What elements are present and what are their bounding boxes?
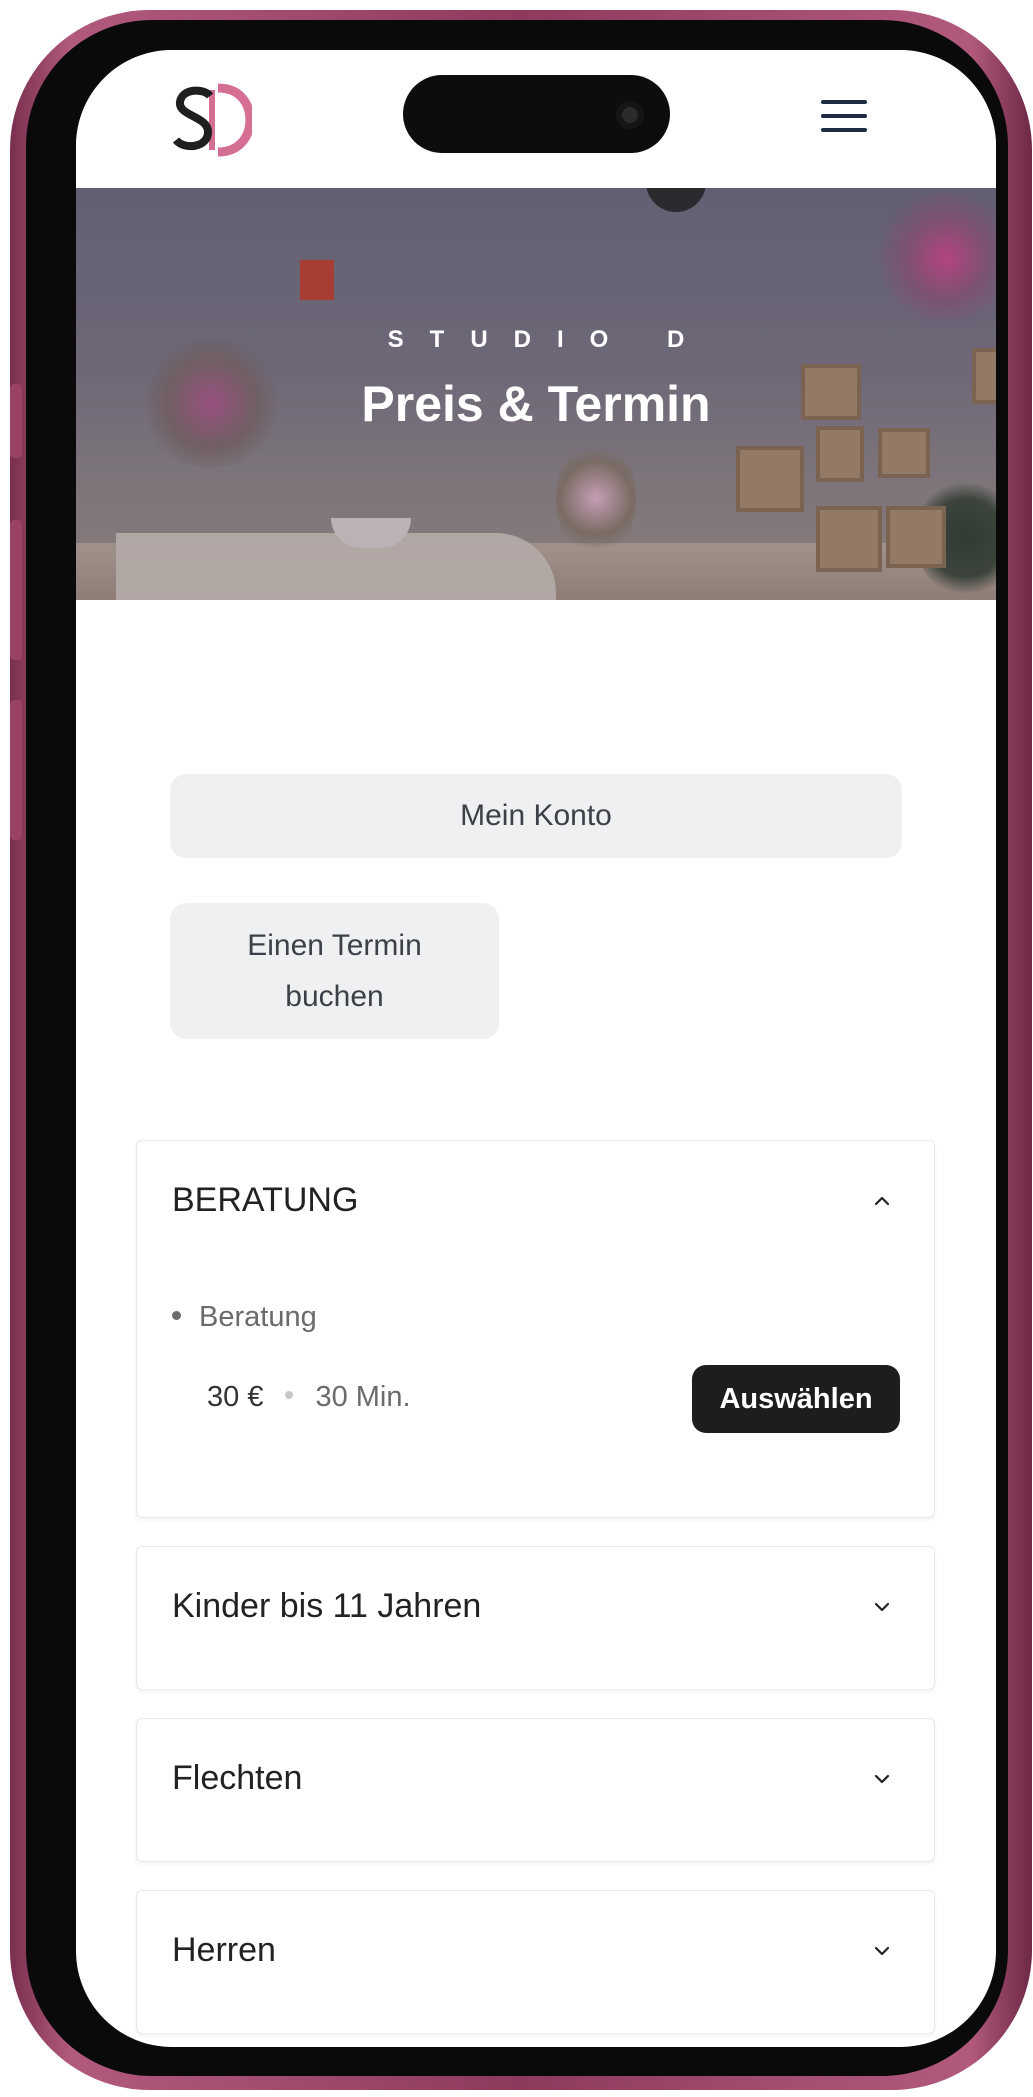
service-duration: 30 Min. [315, 1381, 411, 1413]
category-title: Flechten [172, 1759, 303, 1797]
service-name: Beratung [199, 1301, 317, 1333]
separator-dot [285, 1391, 294, 1400]
bullet-icon [172, 1310, 181, 1320]
category-card-herren: Herren [136, 1890, 935, 2034]
phone-volume-down-button [10, 700, 22, 840]
chevron-down-icon[interactable] [874, 1943, 890, 1959]
select-service-button[interactable]: Auswählen [692, 1365, 900, 1433]
category-title: Kinder bis 11 Jahren [172, 1587, 482, 1625]
my-account-button[interactable]: Mein Konto [170, 774, 902, 858]
book-appointment-button[interactable]: Einen Termin buchen [170, 903, 499, 1039]
service-price: 30 € [207, 1381, 264, 1413]
phone-volume-up-button [10, 520, 22, 660]
screen: STUDIO D Preis & Termin Mein Konto Einen… [76, 50, 996, 2047]
category-header-kinder[interactable]: Kinder bis 11 Jahren [137, 1547, 934, 1671]
page-title: Preis & Termin [361, 376, 711, 432]
category-header-beratung[interactable]: BERATUNG [137, 1141, 934, 1265]
front-camera [616, 101, 644, 129]
site-header [76, 50, 996, 188]
category-title: Herren [172, 1931, 276, 1969]
dynamic-island [403, 75, 670, 153]
chevron-up-icon[interactable] [874, 1193, 890, 1209]
hero-kicker: STUDIO D [387, 326, 711, 353]
chevron-down-icon[interactable] [874, 1771, 890, 1787]
category-header-herren[interactable]: Herren [137, 1891, 934, 2015]
service-price-row: 30 € 30 Min. [207, 1381, 411, 1414]
hero-banner: STUDIO D Preis & Termin [76, 188, 996, 600]
chevron-down-icon[interactable] [874, 1599, 890, 1615]
hamburger-menu-icon[interactable] [816, 94, 872, 138]
category-title: BERATUNG [172, 1181, 359, 1219]
category-card-flechten: Flechten [136, 1718, 935, 1862]
studio-d-logo[interactable] [172, 80, 252, 160]
category-card-beratung: BERATUNG Beratung 30 € 30 Min. Auswählen [136, 1140, 935, 1518]
service-item: Beratung [172, 1301, 317, 1334]
phone-action-button [10, 384, 22, 458]
category-header-flechten[interactable]: Flechten [137, 1719, 934, 1843]
category-card-kinder: Kinder bis 11 Jahren [136, 1546, 935, 1690]
